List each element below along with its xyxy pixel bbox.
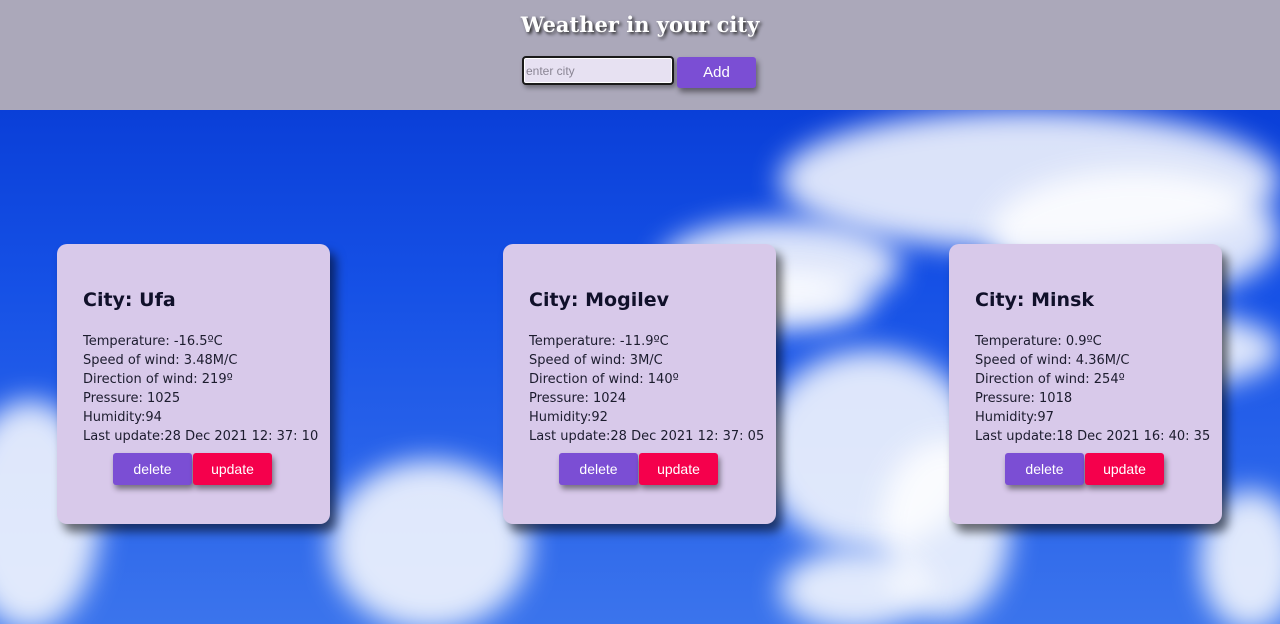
update-button[interactable]: update	[193, 453, 272, 485]
weather-card: City: Ufa Temperature: -16.5ºC Speed of …	[57, 244, 330, 524]
add-button[interactable]: Add	[677, 57, 756, 88]
header: Weather in your city Add	[0, 0, 1280, 110]
card-last-update: Last update:28 Dec 2021 12: 37: 05	[529, 429, 765, 444]
card-city: City: Ufa	[83, 289, 176, 311]
card-wind-direction: Direction of wind: 140º	[529, 372, 679, 387]
card-humidity: Humidity:94	[83, 410, 162, 425]
weather-card: City: Mogilev Temperature: -11.9ºC Speed…	[503, 244, 776, 524]
card-wind-speed: Speed of wind: 3M/C	[529, 353, 663, 368]
card-humidity: Humidity:92	[529, 410, 608, 425]
delete-button[interactable]: delete	[113, 453, 192, 485]
card-temperature: Temperature: -16.5ºC	[83, 334, 223, 349]
card-wind-direction: Direction of wind: 219º	[83, 372, 233, 387]
update-button[interactable]: update	[1085, 453, 1164, 485]
card-actions: delete update	[559, 453, 719, 485]
card-wind-speed: Speed of wind: 3.48M/C	[83, 353, 238, 368]
card-wind-direction: Direction of wind: 254º	[975, 372, 1125, 387]
card-city: City: Mogilev	[529, 289, 669, 311]
card-temperature: Temperature: -11.9ºC	[529, 334, 669, 349]
card-pressure: Pressure: 1018	[975, 391, 1073, 406]
delete-button[interactable]: delete	[1005, 453, 1084, 485]
card-last-update: Last update:28 Dec 2021 12: 37: 10	[83, 429, 319, 444]
card-last-update: Last update:18 Dec 2021 16: 40: 35	[975, 429, 1211, 444]
card-humidity: Humidity:97	[975, 410, 1054, 425]
card-wind-speed: Speed of wind: 4.36M/C	[975, 353, 1130, 368]
cloud-image	[330, 460, 530, 624]
delete-button[interactable]: delete	[559, 453, 638, 485]
card-pressure: Pressure: 1025	[83, 391, 181, 406]
city-input[interactable]	[522, 56, 674, 85]
page-title: Weather in your city	[520, 12, 760, 37]
card-temperature: Temperature: 0.9ºC	[975, 334, 1102, 349]
card-pressure: Pressure: 1024	[529, 391, 627, 406]
weather-card: City: Minsk Temperature: 0.9ºC Speed of …	[949, 244, 1222, 524]
card-city: City: Minsk	[975, 289, 1095, 311]
update-button[interactable]: update	[639, 453, 718, 485]
card-actions: delete update	[113, 453, 273, 485]
card-actions: delete update	[1005, 453, 1165, 485]
cloud-image	[780, 550, 930, 624]
